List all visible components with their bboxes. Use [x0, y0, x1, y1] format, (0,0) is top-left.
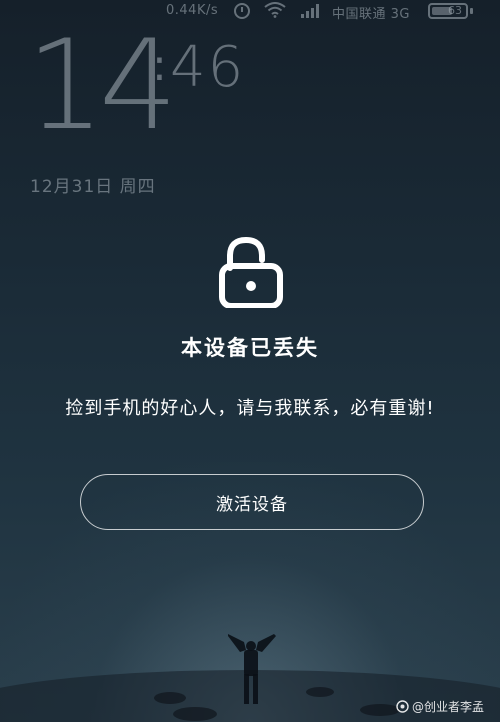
alarm-clock-icon — [234, 3, 250, 19]
watermark-text: @创业者李孟 — [412, 700, 485, 714]
wifi-icon — [264, 2, 286, 18]
signal-strength-icon — [301, 4, 319, 18]
lockscreen-date: 12月31日 周四 — [30, 177, 156, 197]
lost-device-title: 本设备已丢失 — [181, 336, 319, 360]
clock-minutes: 46 — [170, 35, 246, 100]
watermark: @创业者李孟 — [396, 698, 484, 715]
activate-device-button[interactable]: 激活设备 — [80, 474, 424, 530]
platform-logo-icon — [396, 700, 409, 713]
battery-percent: 63 — [448, 4, 462, 17]
carrier-label: 中国联通 3G — [332, 7, 410, 22]
unlocked-padlock-icon — [219, 236, 283, 308]
finder-message: 捡到手机的好心人，请与我联系，必有重谢! — [65, 398, 435, 419]
clock-hours: 14 — [26, 14, 178, 158]
network-speed: 0.44K/s — [166, 3, 219, 18]
clock-separator: : — [152, 40, 167, 91]
battery-tip — [470, 8, 473, 14]
